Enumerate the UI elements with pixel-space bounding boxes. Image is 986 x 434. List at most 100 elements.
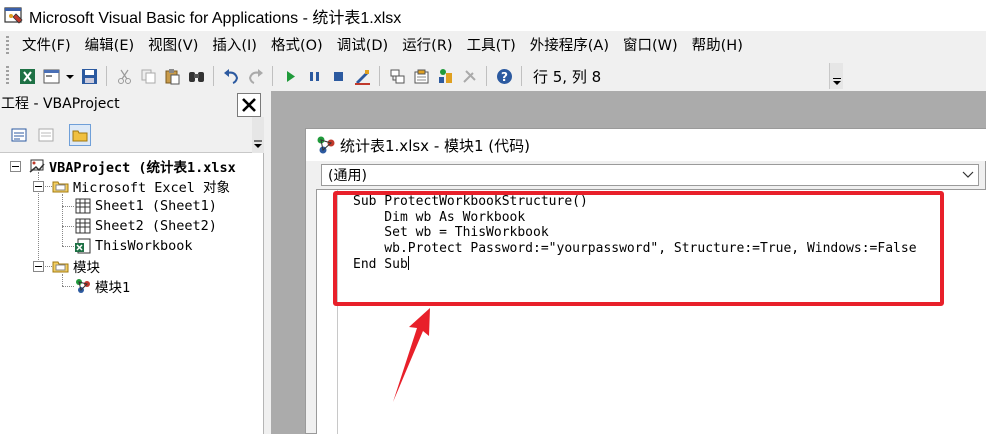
project-explorer-button[interactable] bbox=[387, 66, 407, 86]
view-code-icon bbox=[11, 128, 27, 142]
folder-icon bbox=[72, 130, 88, 142]
tree-expander-root[interactable] bbox=[10, 161, 21, 172]
project-tree: VBAProject (统计表1.xlsx Microsoft Excel 对象… bbox=[0, 154, 264, 434]
cut-button[interactable] bbox=[114, 66, 134, 86]
toolbar-separator bbox=[106, 66, 107, 86]
reset-button[interactable] bbox=[328, 66, 348, 86]
menu-file[interactable]: 文件(F) bbox=[15, 34, 78, 58]
workbook-icon bbox=[74, 237, 92, 255]
project-explorer-title: 工程 - VBAProject bbox=[1, 96, 120, 112]
tree-expander-modules[interactable] bbox=[33, 261, 44, 272]
tree-item-modules[interactable]: 模块 bbox=[52, 256, 100, 276]
redo-button[interactable] bbox=[245, 66, 265, 86]
project-explorer-pane: 工程 - VBAProject VBAProject (统计表1.xlsx Mi… bbox=[0, 91, 264, 434]
vba-app-icon bbox=[4, 6, 23, 24]
menu-run[interactable]: 运行(R) bbox=[395, 34, 459, 58]
run-button[interactable] bbox=[280, 66, 300, 86]
tree-label-excel-objects: Microsoft Excel 对象 bbox=[73, 180, 231, 196]
excel-icon bbox=[19, 68, 35, 84]
pause-icon bbox=[309, 71, 319, 81]
menu-addins[interactable]: 外接程序(A) bbox=[523, 34, 616, 58]
project-explorer-close-button[interactable] bbox=[237, 93, 261, 117]
worksheet-icon bbox=[74, 217, 92, 235]
help-icon: ? bbox=[496, 68, 512, 84]
menu-help[interactable]: 帮助(H) bbox=[685, 34, 750, 58]
view-code-button[interactable] bbox=[8, 124, 30, 146]
menu-view[interactable]: 视图(V) bbox=[141, 34, 205, 58]
chevron-down-icon bbox=[254, 140, 262, 148]
object-combo-dropdown[interactable] bbox=[958, 165, 978, 185]
paste-button[interactable] bbox=[162, 66, 182, 86]
stop-icon bbox=[333, 71, 343, 81]
save-button[interactable] bbox=[79, 66, 99, 86]
tree-label-thisworkbook: ThisWorkbook bbox=[95, 238, 193, 254]
toolbar-grip[interactable] bbox=[6, 66, 9, 86]
tree-label-sheet2: Sheet2 (Sheet2) bbox=[95, 218, 217, 234]
menu-format[interactable]: 格式(O) bbox=[264, 34, 330, 58]
module-icon bbox=[317, 136, 335, 154]
project-explorer-toolbar bbox=[0, 117, 264, 153]
tree-item-thisworkbook[interactable]: ThisWorkbook bbox=[74, 236, 193, 256]
tree-item-module1[interactable]: 模块1 bbox=[74, 276, 130, 296]
title-bar: Microsoft Visual Basic for Applications … bbox=[0, 0, 986, 31]
tree-item-sheet2[interactable]: Sheet2 (Sheet2) bbox=[74, 216, 217, 236]
object-browser-button[interactable] bbox=[435, 66, 455, 86]
properties-window-button[interactable] bbox=[411, 66, 431, 86]
tree-item-vbaproject[interactable]: VBAProject (统计表1.xlsx bbox=[28, 156, 236, 176]
insert-dropdown-button[interactable] bbox=[65, 66, 75, 86]
tree-label-module1: 模块1 bbox=[95, 280, 131, 296]
annotation-arrow bbox=[393, 308, 430, 402]
menu-edit[interactable]: 编辑(E) bbox=[78, 34, 141, 58]
copy-icon bbox=[141, 69, 155, 83]
open-folder-icon bbox=[52, 177, 70, 195]
toolbox-icon bbox=[462, 69, 476, 83]
properties-icon bbox=[414, 69, 428, 83]
tree-item-sheet1[interactable]: Sheet1 (Sheet1) bbox=[74, 196, 217, 216]
menu-window[interactable]: 窗口(W) bbox=[616, 34, 685, 58]
tree-item-excel-objects[interactable]: Microsoft Excel 对象 bbox=[52, 176, 230, 196]
break-button[interactable] bbox=[304, 66, 324, 86]
find-button[interactable] bbox=[186, 66, 206, 86]
object-browser-icon bbox=[438, 68, 452, 83]
code-window-title-bar[interactable]: 统计表1.xlsx - 模块1 (代码) bbox=[306, 129, 986, 161]
design-mode-button[interactable] bbox=[352, 66, 372, 86]
play-icon bbox=[286, 70, 295, 82]
close-icon bbox=[242, 98, 256, 112]
annotation-highlight-box bbox=[333, 191, 944, 306]
worksheet-icon bbox=[74, 197, 92, 215]
menu-bar: 文件(F) 编辑(E) 视图(V) 插入(I) 格式(O) 调试(D) 运行(R… bbox=[0, 31, 986, 60]
menu-debug[interactable]: 调试(D) bbox=[330, 34, 395, 58]
module-icon bbox=[74, 277, 92, 295]
chevron-down-icon bbox=[66, 74, 74, 79]
help-button[interactable]: ? bbox=[494, 66, 514, 86]
scissors-icon bbox=[117, 69, 131, 84]
design-mode-icon bbox=[354, 69, 370, 85]
svg-text:?: ? bbox=[501, 70, 508, 84]
project-explorer-icon bbox=[390, 69, 404, 83]
standard-toolbar: ? 行 5, 列 8 bbox=[0, 61, 986, 91]
menu-tools[interactable]: 工具(T) bbox=[460, 34, 523, 58]
view-object-button[interactable] bbox=[35, 124, 57, 146]
object-combo[interactable]: (通用) bbox=[321, 164, 979, 186]
project-explorer-header: 工程 - VBAProject bbox=[0, 91, 264, 117]
tree-expander-excel-objects[interactable] bbox=[33, 181, 44, 192]
vbaproject-icon bbox=[28, 157, 46, 175]
toolbar-separator bbox=[521, 66, 522, 86]
undo-button[interactable] bbox=[221, 66, 241, 86]
object-combo-value: (通用) bbox=[328, 168, 367, 184]
code-window-title: 统计表1.xlsx - 模块1 (代码) bbox=[340, 136, 531, 155]
insert-userform-button[interactable] bbox=[41, 66, 61, 86]
binoculars-icon bbox=[188, 71, 204, 82]
menubar-grip[interactable] bbox=[6, 35, 9, 56]
view-excel-button[interactable] bbox=[17, 66, 37, 86]
toolbar-overflow-button[interactable] bbox=[829, 63, 843, 89]
copy-button[interactable] bbox=[138, 66, 158, 86]
toggle-folders-button[interactable] bbox=[69, 124, 91, 146]
save-icon bbox=[81, 68, 97, 84]
cursor-position: 行 5, 列 8 bbox=[533, 67, 602, 86]
open-folder-icon bbox=[52, 257, 70, 275]
tree-label-sheet1: Sheet1 (Sheet1) bbox=[95, 198, 217, 214]
menu-insert[interactable]: 插入(I) bbox=[205, 34, 264, 58]
toolbox-button[interactable] bbox=[459, 66, 479, 86]
project-toolbar-scroll[interactable] bbox=[252, 117, 264, 153]
